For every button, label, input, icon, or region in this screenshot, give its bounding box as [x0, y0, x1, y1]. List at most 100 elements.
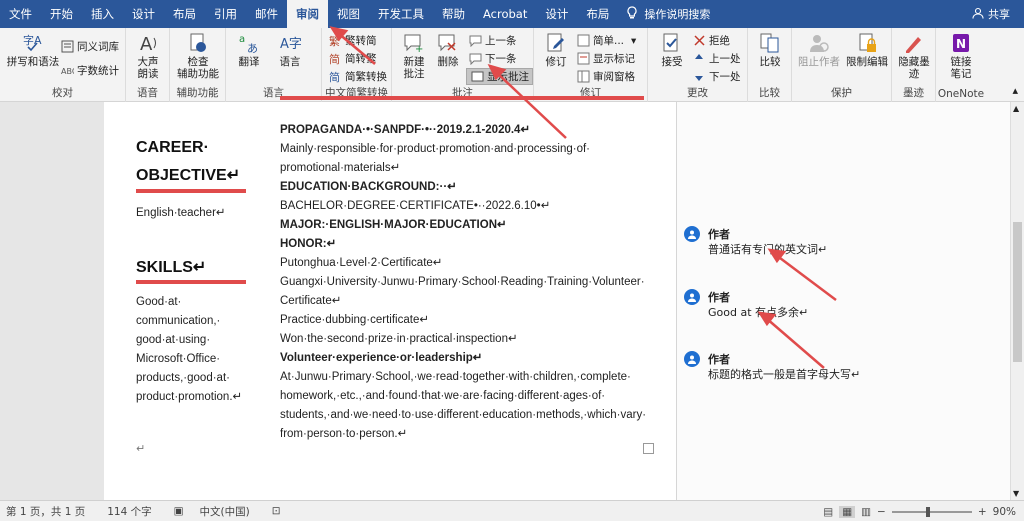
- hide-ink-button[interactable]: 隐藏墨 迹: [896, 32, 932, 80]
- show-comments-label: 显示批注: [487, 71, 529, 83]
- reject-button[interactable]: 拒绝: [692, 32, 730, 49]
- print-layout-icon[interactable]: ▦: [839, 505, 856, 518]
- group-label-onenote: OneNote: [937, 88, 985, 100]
- word-count[interactable]: 114 个字: [107, 504, 151, 519]
- tab-help[interactable]: 帮助: [433, 0, 474, 28]
- track-changes-button[interactable]: 修订: [540, 32, 572, 68]
- skills-line: communication,·: [136, 315, 221, 327]
- tab-home[interactable]: 开始: [41, 0, 82, 28]
- translate-label: 翻译: [238, 56, 260, 68]
- svg-text:简: 简: [329, 52, 340, 65]
- scroll-up-icon[interactable]: ▲: [1013, 104, 1019, 113]
- compare-button[interactable]: 比较: [754, 32, 786, 68]
- tab-view[interactable]: 视图: [328, 0, 369, 28]
- zoom-slider-thumb[interactable]: [925, 506, 930, 517]
- tab-insert[interactable]: 插入: [82, 0, 123, 28]
- body-line: from·person·to·person.↵: [280, 428, 408, 440]
- zoom-level[interactable]: 90%: [993, 506, 1016, 518]
- read-mode-icon[interactable]: ▤: [823, 506, 833, 518]
- skills-underline: [136, 280, 246, 284]
- previous-change-icon: [692, 52, 706, 66]
- collapse-ribbon-icon[interactable]: ▴: [1012, 84, 1018, 97]
- author-avatar-icon: [684, 289, 700, 305]
- share-button[interactable]: 共享: [972, 0, 1010, 28]
- check-accessibility-button[interactable]: 检查 辅助功能: [172, 32, 224, 80]
- language-button[interactable]: A字 语言: [270, 32, 310, 68]
- show-markup-button[interactable]: 显示标记: [576, 50, 635, 67]
- tab-review[interactable]: 审阅: [287, 0, 328, 28]
- body-line: At·Junwu·Primary·School,·we·read·togethe…: [280, 371, 631, 383]
- spelling-grammar-button[interactable]: 字A 拼写和语法: [6, 32, 60, 68]
- group-comments: + 新建 批注 删除 上一条 下一条 显示批注 批注: [392, 28, 534, 102]
- block-authors-label: 阻止作者: [798, 56, 840, 68]
- show-comments-icon: [470, 70, 484, 84]
- next-change-button[interactable]: 下一处: [692, 68, 741, 85]
- read-aloud-label: 大声 朗读: [137, 56, 159, 80]
- svg-text:A字: A字: [280, 37, 301, 52]
- thesaurus-button[interactable]: 同义词库: [60, 38, 119, 55]
- comment-author: 作者: [708, 228, 730, 241]
- linked-notes-button[interactable]: N 链接 笔记: [942, 32, 980, 80]
- convert-button[interactable]: 简 简繁转换: [328, 68, 388, 85]
- zoom-slider[interactable]: [891, 506, 972, 517]
- previous-change-button[interactable]: 上一处: [692, 50, 741, 67]
- tab-developer[interactable]: 开发工具: [369, 0, 433, 28]
- proofing-status-icon[interactable]: ▣: [174, 505, 184, 517]
- macro-icon[interactable]: ⊡: [272, 505, 281, 517]
- accept-label: 接受: [661, 56, 683, 68]
- new-comment-button[interactable]: + 新建 批注: [398, 32, 430, 80]
- comment-text: 普通话有专门的英文词↵: [708, 243, 828, 256]
- group-label-proofing: 校对: [52, 87, 73, 99]
- layout-options-box[interactable]: [643, 443, 654, 454]
- tab-table-design[interactable]: 设计: [536, 0, 577, 28]
- tell-me-search[interactable]: 操作说明搜索: [626, 5, 710, 23]
- delete-comment-button[interactable]: 删除: [434, 32, 462, 68]
- check-accessibility-label: 检查 辅助功能: [177, 56, 219, 80]
- language-icon: A字: [279, 32, 301, 54]
- group-onenote: N 链接 笔记 OneNote: [936, 28, 986, 102]
- to-simplified-icon: 繁: [328, 34, 342, 48]
- svg-text:あ: あ: [247, 42, 258, 54]
- zoom-control: ▤ ▦ ▥ − + 90%: [823, 501, 1016, 521]
- new-comment-label: 新建 批注: [403, 56, 425, 80]
- zoom-out-icon[interactable]: −: [877, 506, 886, 518]
- to-traditional-button[interactable]: 简 简转繁: [328, 50, 377, 67]
- group-label-protect: 保护: [831, 87, 852, 99]
- language-label: 语言: [279, 56, 301, 68]
- tab-file[interactable]: 文件: [0, 0, 41, 28]
- display-for-review-dropdown[interactable]: 简单... ▾: [576, 32, 636, 49]
- tab-layout[interactable]: 布局: [164, 0, 205, 28]
- translate-button[interactable]: aあ 翻译: [232, 32, 266, 68]
- next-change-icon: [692, 70, 706, 84]
- scroll-down-icon[interactable]: ▼: [1013, 489, 1019, 498]
- to-simplified-button[interactable]: 繁 繁转简: [328, 32, 377, 49]
- body-line: PROPAGANDA·•·SANPDF·•··2019.2.1-2020.4↵: [280, 124, 531, 136]
- scrollbar-thumb[interactable]: [1013, 222, 1022, 362]
- word-count-button[interactable]: ABC 字数统计: [60, 62, 120, 79]
- tab-design[interactable]: 设计: [123, 0, 164, 28]
- zoom-in-icon[interactable]: +: [978, 506, 987, 518]
- tab-mailings[interactable]: 邮件: [246, 0, 287, 28]
- tab-references[interactable]: 引用: [205, 0, 246, 28]
- tab-acrobat[interactable]: Acrobat: [474, 0, 536, 28]
- accept-button[interactable]: 接受: [656, 32, 688, 68]
- tab-table-layout[interactable]: 布局: [577, 0, 618, 28]
- language-status[interactable]: 中文(中国): [200, 504, 250, 519]
- document-page[interactable]: CAREER· OBJECTIVE↵ English·teacher↵ SKIL…: [104, 102, 676, 500]
- show-comments-button[interactable]: 显示批注: [466, 68, 533, 85]
- page-count[interactable]: 第 1 页，共 1 页: [6, 504, 85, 519]
- previous-comment-button[interactable]: 上一条: [468, 32, 517, 49]
- chevron-down-icon: ▾: [631, 34, 637, 47]
- read-aloud-button[interactable]: A 大声 朗读: [130, 32, 166, 80]
- group-label-speech: 语音: [137, 87, 158, 99]
- hide-ink-label: 隐藏墨 迹: [898, 56, 930, 80]
- next-comment-button[interactable]: 下一条: [468, 50, 517, 67]
- block-authors-button[interactable]: 阻止作者: [796, 32, 842, 68]
- restrict-editing-button[interactable]: 限制编辑: [844, 32, 890, 68]
- vertical-scrollbar[interactable]: ▲ ▼: [1010, 102, 1024, 500]
- reviewing-pane-button[interactable]: 审阅窗格: [576, 68, 635, 85]
- web-layout-icon[interactable]: ▥: [861, 506, 871, 518]
- svg-text:简: 简: [329, 70, 340, 83]
- group-label-accessibility: 辅助功能: [176, 87, 219, 99]
- body-line: Won·the·second·prize·in·practical·inspec…: [280, 333, 518, 345]
